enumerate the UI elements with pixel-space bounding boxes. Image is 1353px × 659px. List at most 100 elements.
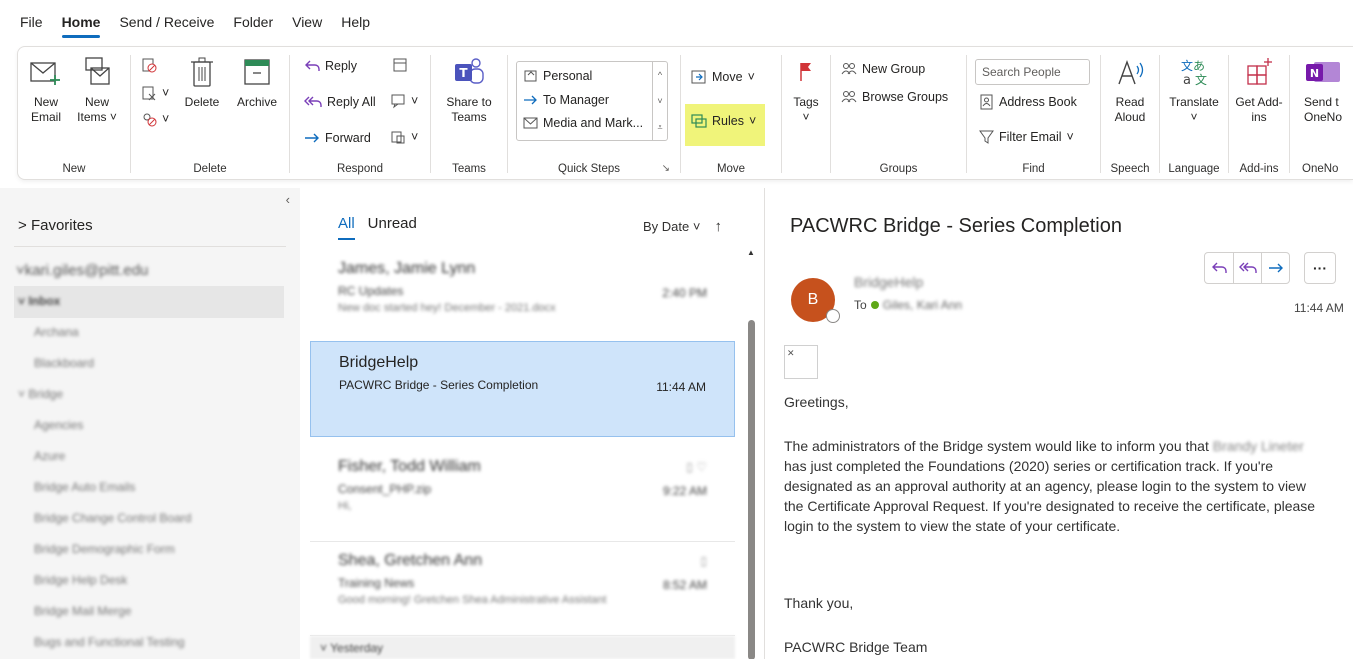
send-to-onenote-button[interactable]: N Send t OneNo <box>1304 55 1350 125</box>
read-aloud-label: Read Aloud <box>1114 95 1146 124</box>
cleanup-button[interactable]: ˅ <box>141 85 169 101</box>
menu-view[interactable]: View <box>292 14 322 32</box>
folder-item[interactable]: Azure <box>34 449 65 463</box>
new-items-button[interactable]: New Items ˅ <box>74 55 120 125</box>
message-time: 2:40 PM <box>662 286 707 300</box>
quick-steps-gallery[interactable]: Personal To Manager Media and Mark... ^ ˅… <box>516 61 668 141</box>
table-row-selected[interactable]: BridgeHelp PACWRC Bridge - Series Comple… <box>310 341 735 437</box>
chevron-down-icon: ˅ <box>802 110 810 124</box>
reply-all-button[interactable]: Reply All <box>304 95 376 109</box>
menu-folder[interactable]: Folder <box>233 14 273 32</box>
forward-button[interactable] <box>1261 253 1289 283</box>
menu-send-receive[interactable]: Send / Receive <box>119 14 214 32</box>
table-row[interactable]: Shea, Gretchen Ann Training News Good mo… <box>310 540 735 636</box>
account-header[interactable]: ˅kari.giles@pitt.edu <box>16 262 148 279</box>
message-time: 9:22 AM <box>662 484 707 498</box>
tags-button[interactable]: Tags ˅ <box>788 55 824 125</box>
sort-control[interactable]: By Date ˅ ↑ <box>643 218 722 235</box>
rules-button[interactable]: Rules ˅ <box>691 113 756 129</box>
get-addins-button[interactable]: Get Add-ins <box>1235 55 1283 125</box>
message-subject: Training News <box>338 576 415 590</box>
folder-item[interactable]: Bridge Help Desk <box>34 573 127 587</box>
date-group-header[interactable]: ˅ Yesterday <box>310 636 735 659</box>
quick-step-to-manager[interactable]: To Manager <box>523 93 609 107</box>
group-speech: Read Aloud Speech <box>1101 47 1159 179</box>
sender-name[interactable]: BridgeHelp <box>854 274 923 290</box>
message-actions: ··· <box>1204 252 1336 284</box>
email-subject: PACWRC Bridge - Series Completion <box>790 215 1122 237</box>
received-time: 11:44 AM <box>1294 301 1344 315</box>
message-list-scrollbar[interactable]: ▲ <box>746 248 756 659</box>
new-group-button[interactable]: New Group <box>841 61 925 77</box>
menu-file[interactable]: File <box>20 14 43 32</box>
account-label: kari.giles@pitt.edu <box>24 262 149 279</box>
table-row[interactable]: Fisher, Todd William Consent_PHP.zip Hi,… <box>310 446 735 542</box>
address-book-button[interactable]: Address Book <box>979 94 1077 110</box>
chevron-up-icon[interactable]: ^ <box>653 62 667 88</box>
folder-item[interactable]: Agencies <box>34 418 83 432</box>
folder-bridge[interactable]: ˅ Bridge <box>18 387 63 401</box>
svg-text:文: 文 <box>1181 58 1193 73</box>
folder-item[interactable]: Bugs and Functional Testing <box>34 635 185 649</box>
move-label: Move <box>712 70 743 84</box>
folder-item[interactable]: Bridge Change Control Board <box>34 511 191 525</box>
chevron-down-icon: ˅ <box>106 110 117 124</box>
menu-home[interactable]: Home <box>61 14 100 38</box>
meeting-button[interactable] <box>392 57 408 73</box>
browse-groups-button[interactable]: Browse Groups <box>841 89 948 105</box>
move-button[interactable]: Move ˅ <box>691 69 755 85</box>
expand-icon[interactable]: ⩡ <box>653 114 667 140</box>
reply-all-button[interactable] <box>1233 253 1261 283</box>
delete-button[interactable]: Delete <box>177 55 227 110</box>
forward-arrow-icon <box>305 133 319 143</box>
reply-label: Reply <box>325 59 357 73</box>
folder-item[interactable]: Bridge Auto Emails <box>34 480 135 494</box>
collapse-pane-icon[interactable]: ‹ <box>286 192 290 207</box>
ignore-button[interactable] <box>141 57 157 73</box>
tab-unread[interactable]: Unread <box>368 215 417 232</box>
reply-all-icon <box>304 96 322 107</box>
folder-inbox[interactable]: ˅ Inbox <box>18 294 60 308</box>
quick-step-media[interactable]: Media and Mark... <box>523 116 643 130</box>
forward-arrow-icon <box>1268 263 1283 273</box>
forward-button[interactable]: Forward <box>304 131 371 145</box>
scroll-up-icon[interactable]: ▲ <box>746 248 756 257</box>
folder-item[interactable]: Bridge Mail Merge <box>34 604 131 618</box>
recipient-name[interactable]: Giles, Kari Ann <box>883 298 962 312</box>
menu-help[interactable]: Help <box>341 14 370 32</box>
more-respond-button[interactable]: ˅ <box>390 129 418 145</box>
filter-email-button[interactable]: Filter Email ˅ <box>979 129 1074 145</box>
folder-item[interactable]: Bridge Demographic Form <box>34 542 175 556</box>
chevron-down-icon[interactable]: ˅ <box>653 88 667 114</box>
read-aloud-button[interactable]: Read Aloud <box>1107 55 1153 125</box>
sort-direction-icon[interactable]: ↑ <box>714 218 722 235</box>
tab-all[interactable]: All <box>338 215 355 240</box>
folder-item[interactable]: Blackboard <box>34 356 94 370</box>
group-onenote-label: OneNo <box>1302 163 1339 175</box>
quick-step-personal[interactable]: Personal <box>523 68 592 83</box>
svg-text:a: a <box>1183 73 1191 88</box>
block-button[interactable]: ˅ <box>141 111 169 127</box>
attachment-icon: ▯ <box>700 554 707 568</box>
reply-button[interactable] <box>1205 253 1233 283</box>
search-people-input[interactable]: Search People <box>975 59 1090 85</box>
favorites-header[interactable]: > Favorites <box>18 217 93 234</box>
translate-button[interactable]: 文あa文 Translate ˅ <box>1166 55 1222 125</box>
quick-steps-scroll[interactable]: ^ ˅ ⩡ <box>652 62 667 140</box>
folder-item[interactable]: Archana <box>34 325 79 339</box>
chevron-down-icon: ˅ <box>411 130 419 144</box>
new-items-icon <box>85 57 110 85</box>
new-email-button[interactable]: New Email <box>26 55 66 125</box>
dialog-launcher-icon[interactable]: ↘ <box>662 163 670 174</box>
scrollbar-thumb[interactable] <box>748 320 755 659</box>
share-to-teams-button[interactable]: T Share to Teams <box>441 55 497 125</box>
table-row[interactable]: James, Jamie Lynn RC Updates New doc sta… <box>310 248 735 344</box>
svg-text:文: 文 <box>1195 72 1207 87</box>
more-actions-icon[interactable]: ··· <box>1304 252 1336 284</box>
group-language-label: Language <box>1168 163 1220 175</box>
im-button[interactable]: ˅ <box>390 93 418 109</box>
archive-button[interactable]: Archive <box>231 55 283 110</box>
read-aloud-icon <box>1118 59 1144 85</box>
reply-button[interactable]: Reply <box>304 59 357 73</box>
message-preview: New doc started hey! December - 2021.doc… <box>338 302 556 314</box>
